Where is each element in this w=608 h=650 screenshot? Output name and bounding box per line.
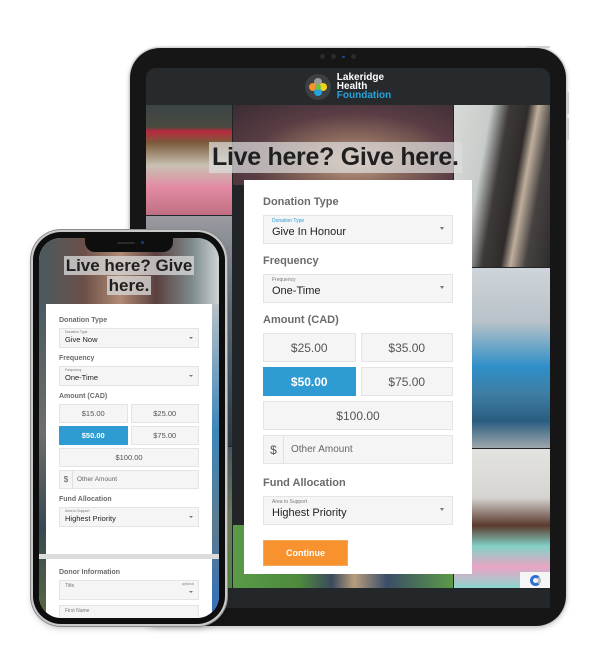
phone-side-photo xyxy=(39,304,46,618)
amount-heading: Amount (CAD) xyxy=(263,314,339,326)
donation-type-value: Give Now xyxy=(65,335,98,344)
donation-type-heading: Donation Type xyxy=(263,196,339,208)
logo-line-3: Foundation xyxy=(336,90,392,101)
site-header: Lakeridge Health Foundation xyxy=(146,68,550,105)
donor-information-heading: Donor Information xyxy=(59,569,121,576)
foundation-logo-text: Lakeridge Health Foundation xyxy=(336,73,392,101)
hero-title: Live here? Give here. xyxy=(209,142,462,173)
other-amount-placeholder: Other Amount xyxy=(77,476,118,483)
other-amount-input[interactable]: $ Other Amount xyxy=(59,470,199,489)
fund-field-label: Area to Support xyxy=(272,499,308,505)
tablet-volume-button xyxy=(566,92,569,114)
phone-side-photo xyxy=(212,304,219,618)
phone-hero-line-1: Live here? Give xyxy=(63,256,195,275)
fund-value: Highest Priority xyxy=(272,507,347,519)
amount-option-100[interactable]: $100.00 xyxy=(263,401,453,430)
chevron-down-icon xyxy=(189,516,193,518)
frequency-select[interactable]: Frequency One-Time xyxy=(263,274,453,303)
phone-device: Live here? Give here. Donation Type Dona… xyxy=(33,232,225,624)
fund-allocation-heading: Fund Allocation xyxy=(263,477,346,489)
phone-donation-form: Donation Type Donation Type Give Now Fre… xyxy=(46,304,212,554)
frequency-heading: Frequency xyxy=(59,355,95,362)
donation-type-field-label: Donation Type xyxy=(272,218,305,224)
foundation-logo-icon[interactable] xyxy=(304,73,331,100)
chevron-down-icon xyxy=(440,227,444,230)
frequency-value: One-Time xyxy=(272,285,321,297)
tablet-camera xyxy=(320,54,356,59)
tablet-power-button xyxy=(526,46,550,48)
dollar-icon: $ xyxy=(264,436,284,463)
donation-type-select[interactable]: Donation Type Give In Honour xyxy=(263,215,453,244)
phone-hero-title: Live here? Give here. xyxy=(61,256,197,296)
fund-allocation-select[interactable]: Area to Support Highest Priority xyxy=(263,496,453,525)
fund-allocation-heading: Fund Allocation xyxy=(59,496,112,503)
chevron-down-icon xyxy=(189,591,193,593)
amount-option-25[interactable]: $25.00 xyxy=(263,333,356,362)
chevron-down-icon xyxy=(189,375,193,377)
amount-heading: Amount (CAD) xyxy=(59,393,108,400)
dollar-icon: $ xyxy=(60,471,73,488)
recaptcha-badge[interactable] xyxy=(520,572,550,588)
fund-allocation-select[interactable]: Area to Support Highest Priority xyxy=(59,507,199,527)
donor-information-section: Donor Information Title optional First N… xyxy=(46,559,212,618)
optional-label: optional xyxy=(181,582,194,586)
title-placeholder: Title xyxy=(65,583,75,589)
amount-option-50[interactable]: $50.00 xyxy=(263,367,356,396)
frequency-heading: Frequency xyxy=(263,255,319,267)
donation-type-heading: Donation Type xyxy=(59,317,108,324)
chevron-down-icon xyxy=(440,286,444,289)
frequency-select[interactable]: Frequency One-Time xyxy=(59,366,199,386)
other-amount-placeholder: Other Amount xyxy=(291,444,353,455)
amount-option-25[interactable]: $25.00 xyxy=(130,404,199,423)
title-select[interactable]: Title optional xyxy=(59,580,199,600)
frequency-field-label: Frequency xyxy=(272,277,296,283)
amount-option-50[interactable]: $50.00 xyxy=(59,426,128,445)
amount-options: $25.00 $35.00 $50.00 $75.00 $100.00 $ Ot… xyxy=(263,333,453,464)
donation-form: Donation Type Donation Type Give In Hono… xyxy=(244,180,472,574)
donation-type-select[interactable]: Donation Type Give Now xyxy=(59,328,199,348)
phone-notch xyxy=(85,238,173,252)
amount-options: $15.00 $25.00 $50.00 $75.00 $100.00 $ Ot… xyxy=(59,404,199,489)
tablet-volume-button xyxy=(566,118,569,140)
amount-option-75[interactable]: $75.00 xyxy=(130,426,199,445)
donation-type-value: Give In Honour xyxy=(272,226,346,238)
first-name-input[interactable]: First Name xyxy=(59,605,199,618)
frequency-value: One-Time xyxy=(65,373,99,382)
continue-button[interactable]: Continue xyxy=(263,540,348,566)
phone-hero-line-2: here. xyxy=(106,276,152,295)
amount-option-35[interactable]: $35.00 xyxy=(360,333,453,362)
first-name-placeholder: First Name xyxy=(65,608,90,614)
other-amount-input[interactable]: $ Other Amount xyxy=(263,435,453,464)
recaptcha-icon xyxy=(529,574,541,586)
amount-option-100[interactable]: $100.00 xyxy=(59,448,199,467)
chevron-down-icon xyxy=(189,337,193,339)
fund-value: Highest Priority xyxy=(65,514,116,523)
amount-option-75[interactable]: $75.00 xyxy=(360,367,453,396)
chevron-down-icon xyxy=(440,508,444,511)
phone-screen: Live here? Give here. Donation Type Dona… xyxy=(39,238,219,618)
amount-option-15[interactable]: $15.00 xyxy=(59,404,128,423)
